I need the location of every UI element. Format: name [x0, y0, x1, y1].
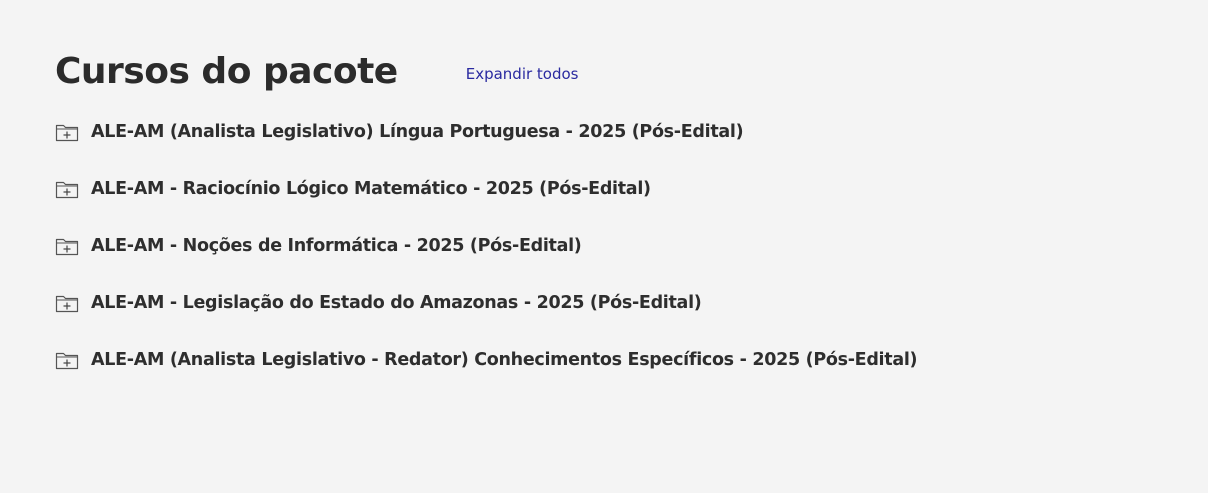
course-list: ALE-AM (Analista Legislativo) Língua Por… [55, 118, 918, 403]
course-item[interactable]: ALE-AM (Analista Legislativo) Língua Por… [55, 118, 917, 146]
section-header: Cursos do pacote Expandir todos [55, 48, 579, 96]
course-label: ALE-AM (Analista Legislativo - Redator) … [91, 350, 918, 370]
folder-plus-icon[interactable] [55, 236, 79, 256]
folder-plus-icon[interactable] [55, 350, 79, 370]
course-label: ALE-AM (Analista Legislativo) Língua Por… [91, 122, 744, 142]
course-item[interactable]: ALE-AM - Noções de Informática - 2025 (P… [55, 232, 917, 260]
folder-plus-icon[interactable] [55, 122, 79, 142]
expand-all-link[interactable]: Expandir todos [466, 65, 579, 83]
page-title: Cursos do pacote [55, 51, 398, 92]
course-item[interactable]: ALE-AM (Analista Legislativo - Redator) … [55, 346, 918, 374]
course-label: ALE-AM - Noções de Informática - 2025 (P… [91, 236, 582, 256]
course-label: ALE-AM - Legislação do Estado do Amazona… [91, 293, 702, 313]
folder-plus-icon[interactable] [55, 293, 79, 313]
course-item[interactable]: ALE-AM - Legislação do Estado do Amazona… [55, 289, 917, 317]
folder-plus-icon[interactable] [55, 179, 79, 199]
course-label: ALE-AM - Raciocínio Lógico Matemático - … [91, 179, 651, 199]
course-item[interactable]: ALE-AM - Raciocínio Lógico Matemático - … [55, 175, 917, 203]
